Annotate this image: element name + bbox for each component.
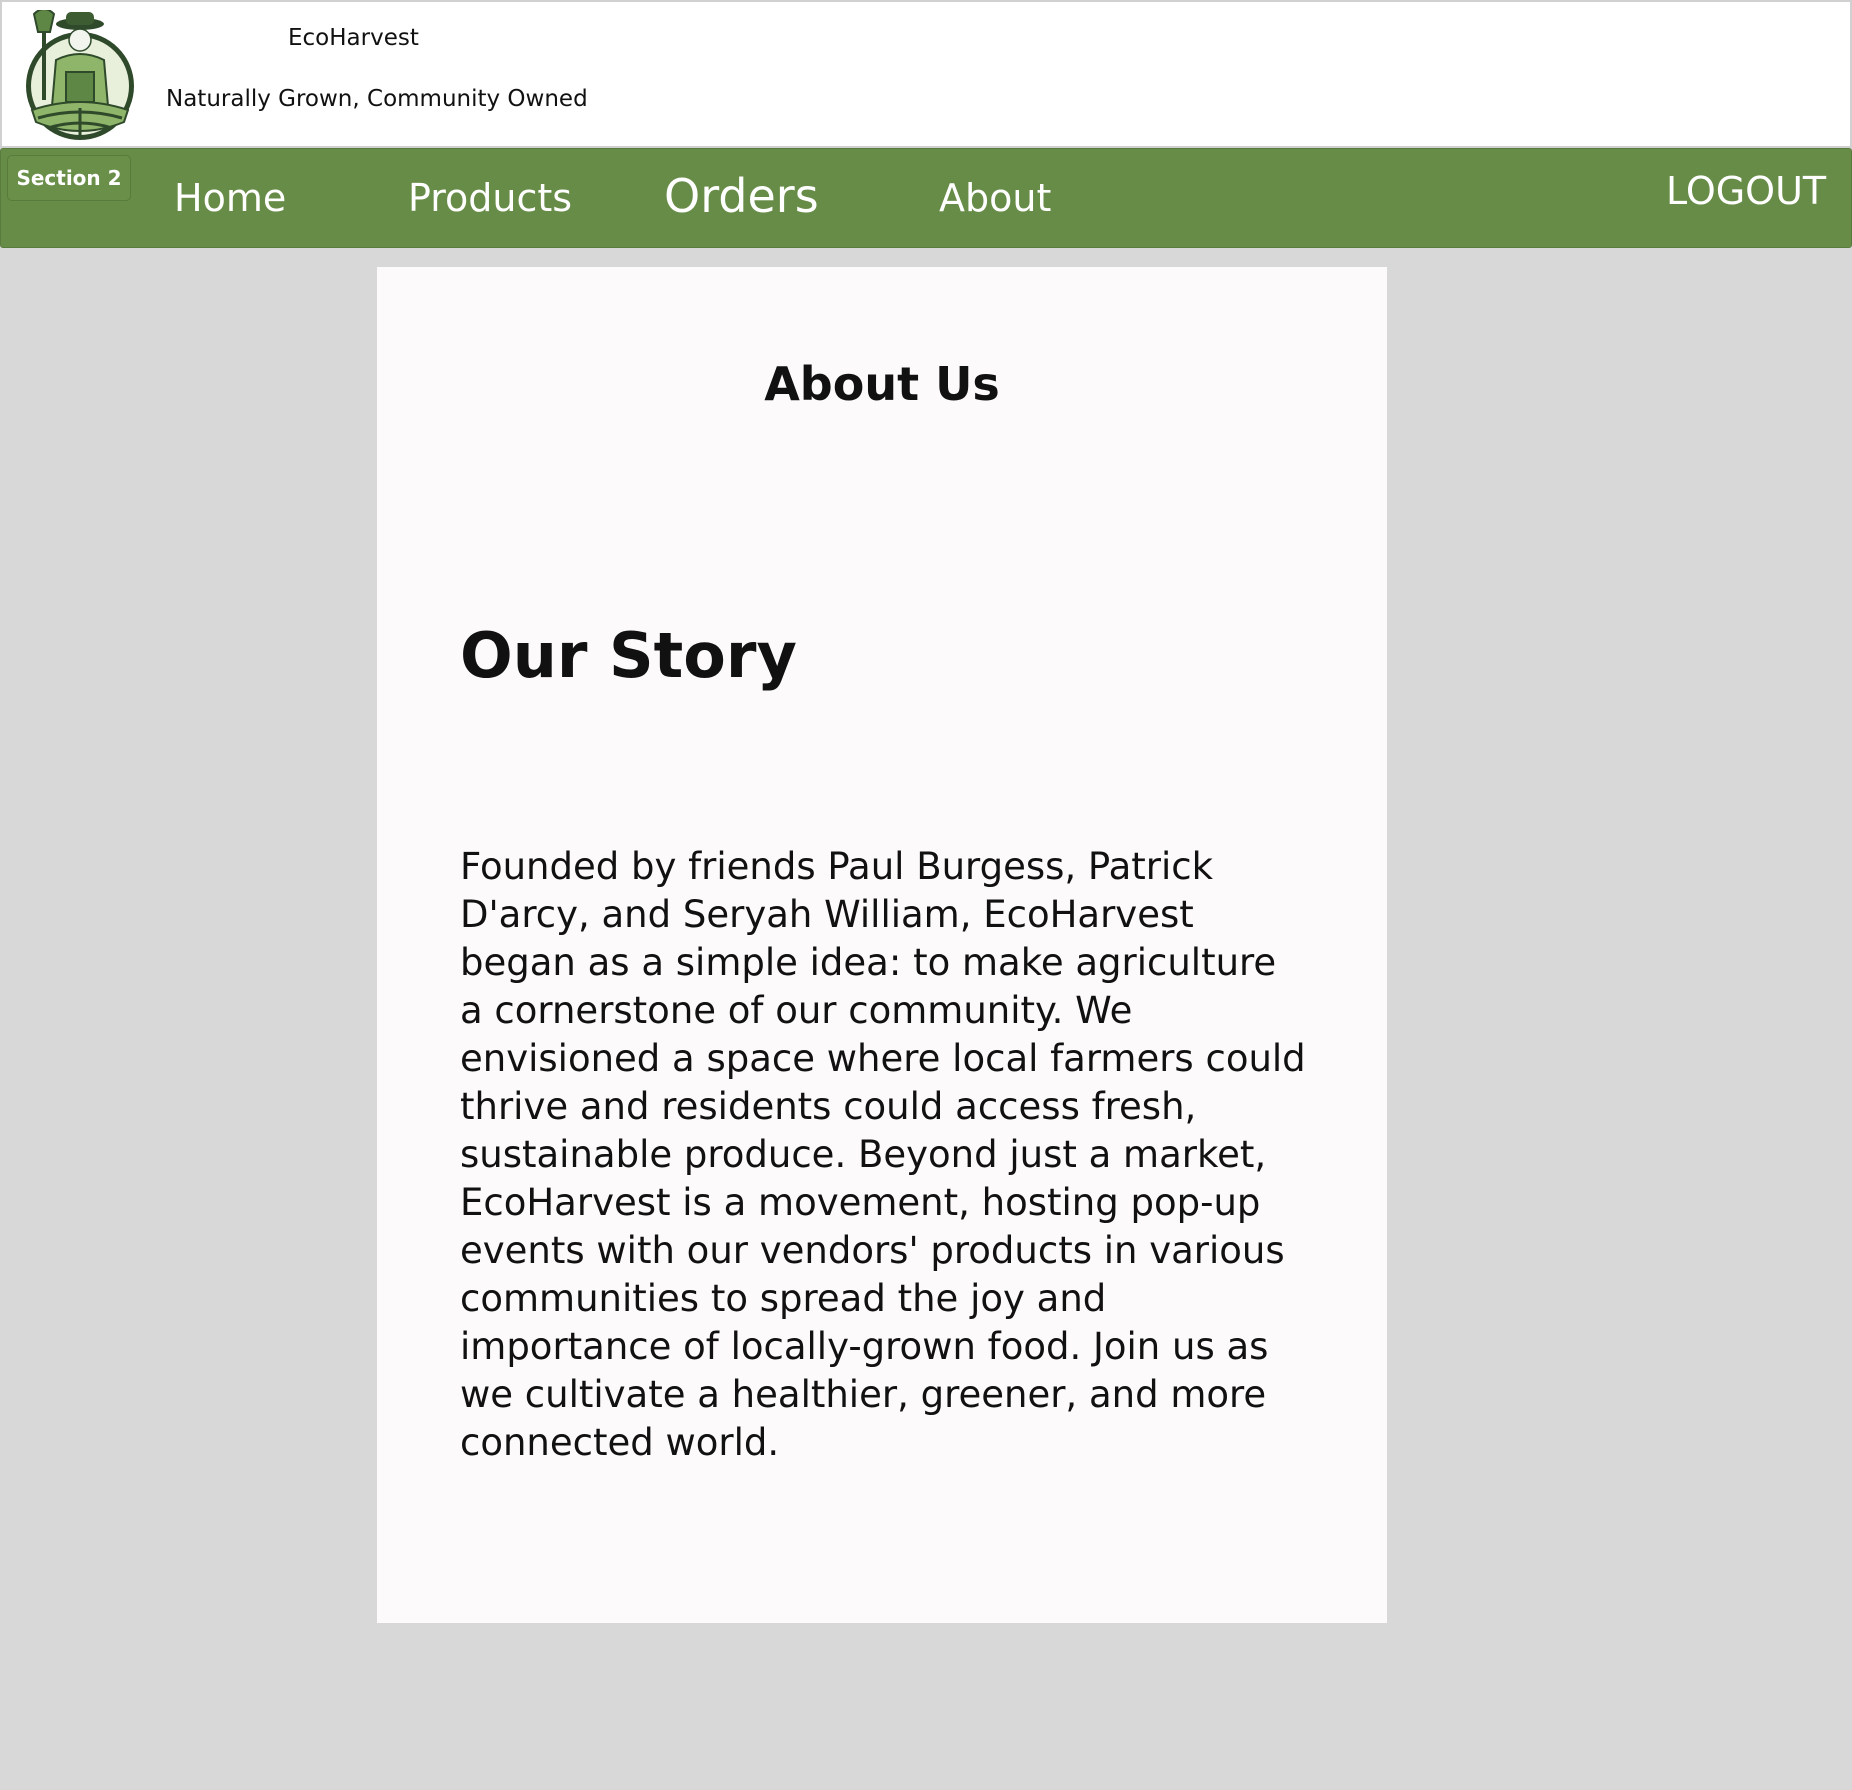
site-header: EcoHarvest Naturally Grown, Community Ow… <box>0 0 1852 148</box>
nav-orders-link[interactable]: Orders <box>664 169 819 223</box>
main-navbar: Section 2 Home Products Orders About LOG… <box>0 148 1852 248</box>
about-card: About Us Our Story Founded by friends Pa… <box>377 267 1387 1623</box>
brand-name: EcoHarvest <box>288 25 419 51</box>
story-heading: Our Story <box>460 619 797 692</box>
logout-link[interactable]: LOGOUT <box>1666 169 1826 213</box>
tagline: Naturally Grown, Community Owned <box>166 86 588 112</box>
story-paragraph: Founded by friends Paul Burgess, Patrick… <box>460 845 1306 1464</box>
farmer-logo-icon[interactable] <box>24 10 136 146</box>
nav-about-link[interactable]: About <box>939 176 1051 220</box>
page-title: About Us <box>764 357 1000 411</box>
nav-products-link[interactable]: Products <box>408 176 572 220</box>
section-badge: Section 2 <box>7 155 131 201</box>
nav-home-link[interactable]: Home <box>174 176 286 220</box>
